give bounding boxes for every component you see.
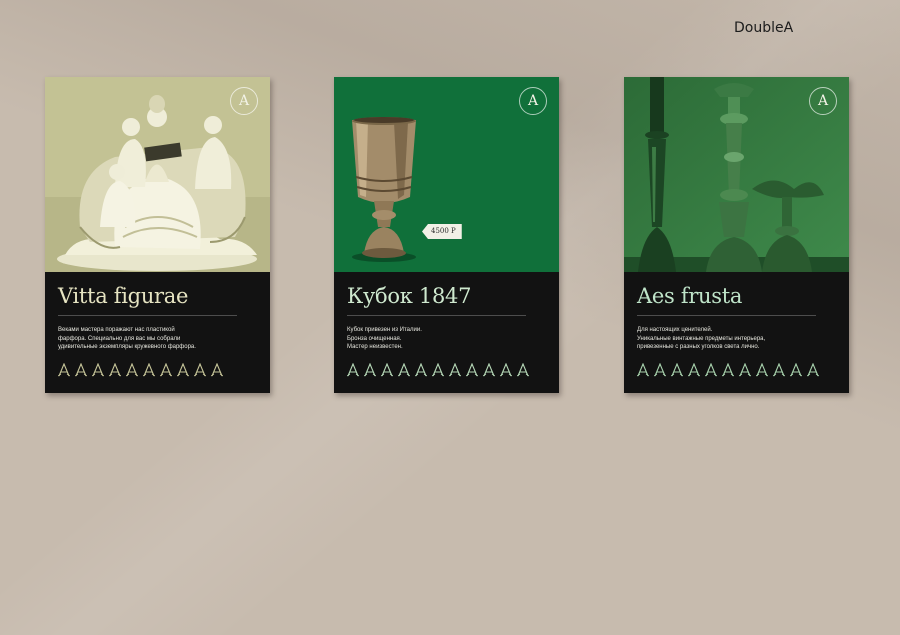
divider <box>347 315 526 316</box>
brand-mark-icon <box>807 363 819 377</box>
divider <box>58 315 237 316</box>
brand-mark-icon <box>773 363 785 377</box>
poster-description: Для настоящих ценителей. Уникальные винт… <box>637 326 797 352</box>
divider <box>637 315 816 316</box>
brand-mark-icon <box>381 363 393 377</box>
brand-mark-icon <box>466 363 478 377</box>
brand-emblem: A <box>519 87 547 115</box>
brand-mark-icon <box>637 363 649 377</box>
poster-vitta-figurae: A Vitta figurae Веками мастера поражают … <box>45 77 270 393</box>
description-line: Веками мастера поражают нас пластикой <box>58 327 175 333</box>
brand-mark-icon <box>790 363 802 377</box>
brand-mark-icon <box>449 363 461 377</box>
poster-aes-frusta: A Aes frusta Для настоящих ценителей. Ун… <box>624 77 849 393</box>
brand-mark-icon <box>194 363 206 377</box>
brand-mark-icon <box>58 363 70 377</box>
brand-mark-icon <box>177 363 189 377</box>
brand-mark-icon <box>671 363 683 377</box>
brand-mark-icon <box>739 363 751 377</box>
brand-emblem: A <box>809 87 837 115</box>
brand-mark-icon <box>126 363 138 377</box>
brand-mark-icon <box>398 363 410 377</box>
description-line: удивительные экземпляры кружевного фарфо… <box>58 344 196 350</box>
brand-mark-icon <box>517 363 529 377</box>
brand-mark-icon <box>211 363 223 377</box>
brand-mark-row <box>347 363 529 377</box>
poster-description: Кубок привезен из Италии. Бронза очищенн… <box>347 326 507 352</box>
description-line: Бронза очищенная. <box>347 335 402 342</box>
brand-mark-icon <box>483 363 495 377</box>
poster-description: Веками мастера поражают нас пластикой фа… <box>58 326 218 352</box>
brand-mark-icon <box>722 363 734 377</box>
poster-title: Aes frusta <box>637 284 743 308</box>
brand-mark-icon <box>347 363 359 377</box>
brand-mark-row <box>637 363 819 377</box>
brand-mark-icon <box>500 363 512 377</box>
description-line: Для настоящих ценителей. <box>637 327 713 333</box>
description-line: Кубок привезен из Италии. <box>347 327 422 333</box>
price-tag: 4500 Р <box>422 224 462 239</box>
brand-mark-icon <box>160 363 172 377</box>
brand-mark-row <box>58 363 223 377</box>
brand-emblem: A <box>230 87 258 115</box>
description-line: привезенные с разных уголков света лично… <box>637 344 760 350</box>
brand-mark-icon <box>688 363 700 377</box>
brand-mark-icon <box>143 363 155 377</box>
brand-mark-icon <box>432 363 444 377</box>
brand-mark-icon <box>364 363 376 377</box>
brand-mark-icon <box>705 363 717 377</box>
brand-mark-icon <box>92 363 104 377</box>
description-line: Мастер неизвестен. <box>347 344 403 350</box>
description-line: фарфора. Специально для вас мы собрали <box>58 335 181 342</box>
brand-mark-icon <box>109 363 121 377</box>
brand-mark-icon <box>654 363 666 377</box>
description-line: Уникальные винтажные предметы интерьера, <box>637 335 766 342</box>
brand-mark-icon <box>756 363 768 377</box>
brand-mark-icon <box>75 363 87 377</box>
poster-title: Vitta figurae <box>58 284 189 308</box>
brand-mark-icon <box>415 363 427 377</box>
poster-title: Кубок 1847 <box>347 284 472 308</box>
brand-logo: DoubleA <box>734 20 794 36</box>
